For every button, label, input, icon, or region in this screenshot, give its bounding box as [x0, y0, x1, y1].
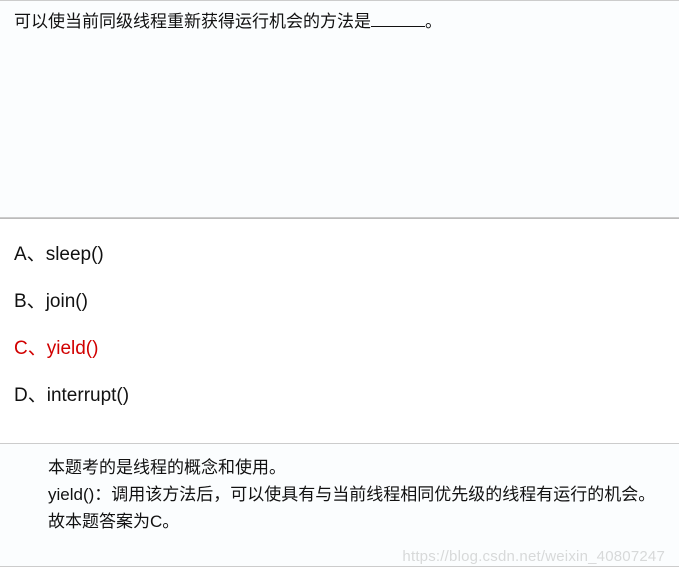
option-a-text: sleep()	[46, 244, 104, 265]
option-d-text: interrupt()	[47, 385, 129, 406]
option-b[interactable]: B、join()	[14, 286, 665, 313]
option-d[interactable]: D、interrupt()	[14, 380, 665, 407]
option-c-label: C、	[14, 333, 47, 360]
options-pane: A、sleep() B、join() C、yield() D、interrupt…	[0, 218, 679, 443]
option-c-text: yield()	[47, 338, 99, 359]
question-text: 可以使当前同级线程重新获得运行机会的方法是	[14, 12, 371, 31]
option-d-label: D、	[14, 380, 47, 407]
watermark-text: https://blog.csdn.net/weixin_40807247	[402, 548, 665, 565]
option-c[interactable]: C、yield()	[14, 333, 665, 360]
option-a-label: A、	[14, 239, 46, 266]
question-suffix: 。	[425, 12, 442, 31]
question-pane: 可以使当前同级线程重新获得运行机会的方法是 。	[0, 0, 679, 218]
explanation-line-2: yield()：调用该方法后，可以使具有与当前线程相同优先级的线程有运行的机会。	[14, 481, 665, 508]
option-b-label: B、	[14, 286, 46, 313]
option-b-text: join()	[46, 291, 88, 312]
blank-line	[371, 26, 425, 27]
option-a[interactable]: A、sleep()	[14, 239, 665, 266]
explanation-line-3: 故本题答案为C。	[14, 508, 665, 535]
explanation-line-1: 本题考的是线程的概念和使用。	[14, 454, 665, 481]
